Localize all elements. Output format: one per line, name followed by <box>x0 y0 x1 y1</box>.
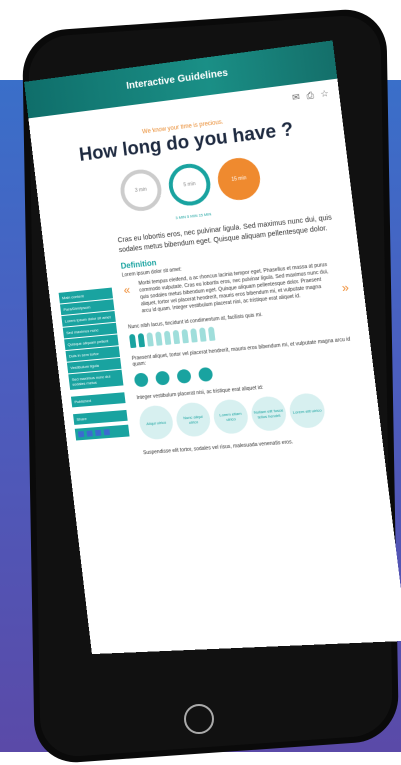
circle-item: Lorem etiam ulrico <box>211 398 250 436</box>
person-icon <box>163 330 172 346</box>
virus-icon <box>133 372 149 388</box>
dog-icon <box>197 367 214 383</box>
ring-label: 3 min <box>134 186 148 194</box>
facebook-icon[interactable] <box>95 429 102 437</box>
person-icon <box>129 334 137 349</box>
published-label: Published <box>70 392 126 409</box>
person-icon <box>181 329 189 344</box>
star-icon[interactable]: ☆ <box>320 88 330 99</box>
person-icon <box>207 326 216 342</box>
cloud-icon <box>176 369 192 385</box>
more-icon[interactable] <box>103 429 111 436</box>
home-button[interactable] <box>184 704 214 734</box>
email-icon[interactable]: ✉ <box>292 92 301 103</box>
print-icon[interactable]: ⎙ <box>306 90 315 101</box>
ring-3min[interactable]: 3 min <box>118 167 164 214</box>
quote-open-icon: « <box>122 283 131 298</box>
ring-label: 5 min <box>183 181 196 189</box>
toolbar: ✉ ⎙ ☆ <box>288 88 330 104</box>
circle-item: Lorem elit ulrico <box>287 392 327 430</box>
person-icon <box>199 327 207 343</box>
person-icon <box>172 330 181 345</box>
ring-label: 15 min <box>231 175 247 183</box>
twitter-icon[interactable] <box>77 431 85 438</box>
sidebar-item[interactable]: Sed maximus nunc dui sodales metus <box>68 369 124 391</box>
circle-item: Nullam elit fusce tellus hendrit <box>249 395 288 433</box>
person-icon <box>190 328 198 343</box>
quote-close-icon: » <box>340 279 350 295</box>
person-icon <box>155 331 163 347</box>
ring-15min[interactable]: 15 min <box>215 155 263 203</box>
runner-icon <box>154 370 171 386</box>
ring-5min[interactable]: 5 min <box>166 161 213 208</box>
person-icon <box>146 332 154 347</box>
linkedin-icon[interactable] <box>86 430 93 437</box>
circle-item: Nunc aliqui ulrico <box>174 401 213 439</box>
circle-item: Aliqui ulrico <box>137 404 175 441</box>
share-label: Share <box>73 409 128 426</box>
person-icon <box>137 333 146 348</box>
